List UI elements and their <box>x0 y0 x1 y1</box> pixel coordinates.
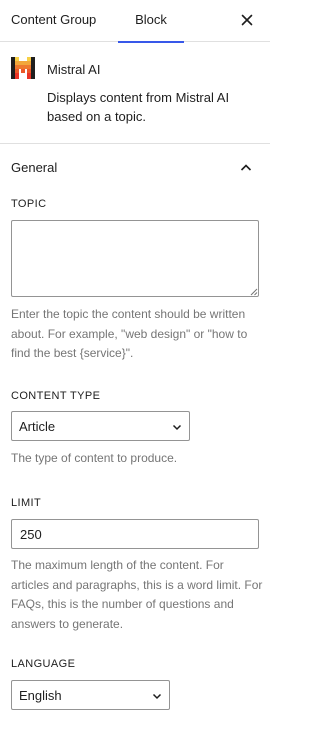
language-select[interactable]: English <box>11 680 170 710</box>
chevron-up-icon <box>240 164 252 171</box>
resize-handle-icon[interactable] <box>250 288 258 296</box>
tab-block-label: Block <box>135 12 167 27</box>
close-icon <box>241 14 253 26</box>
limit-input[interactable]: 250 <box>11 519 259 549</box>
tab-content-group[interactable]: Content Group <box>11 0 96 42</box>
limit-help-text: The maximum length of the content. For a… <box>11 558 263 631</box>
content-type-label: CONTENT TYPE <box>11 390 101 402</box>
sidebar-tabs: Content Group Block <box>0 0 270 43</box>
block-card: Mistral AI Displays content from Mistral… <box>0 42 270 144</box>
panel-title: General <box>11 160 58 175</box>
content-type-value: Article <box>19 419 56 434</box>
language-label: LANGUAGE <box>11 658 76 670</box>
topic-textarea[interactable] <box>11 220 259 297</box>
chevron-down-icon <box>172 424 182 431</box>
limit-label: LIMIT <box>11 497 42 509</box>
topic-help-text: Enter the topic the content should be wr… <box>11 307 248 360</box>
topic-label: TOPIC <box>11 198 47 210</box>
mistral-logo-icon <box>11 57 35 79</box>
content-type-help-text: The type of content to produce. <box>11 451 178 465</box>
chevron-down-icon <box>152 693 162 700</box>
block-description: Displays content from Mistral AI based o… <box>47 90 230 124</box>
general-panel-toggle[interactable]: General <box>0 144 270 192</box>
tab-block[interactable]: Block <box>118 0 184 43</box>
content-type-select[interactable]: Article <box>11 411 190 441</box>
block-title: Mistral AI <box>47 62 101 77</box>
limit-value: 250 <box>20 527 42 542</box>
language-value: English <box>19 688 62 703</box>
close-button[interactable] <box>236 9 258 31</box>
